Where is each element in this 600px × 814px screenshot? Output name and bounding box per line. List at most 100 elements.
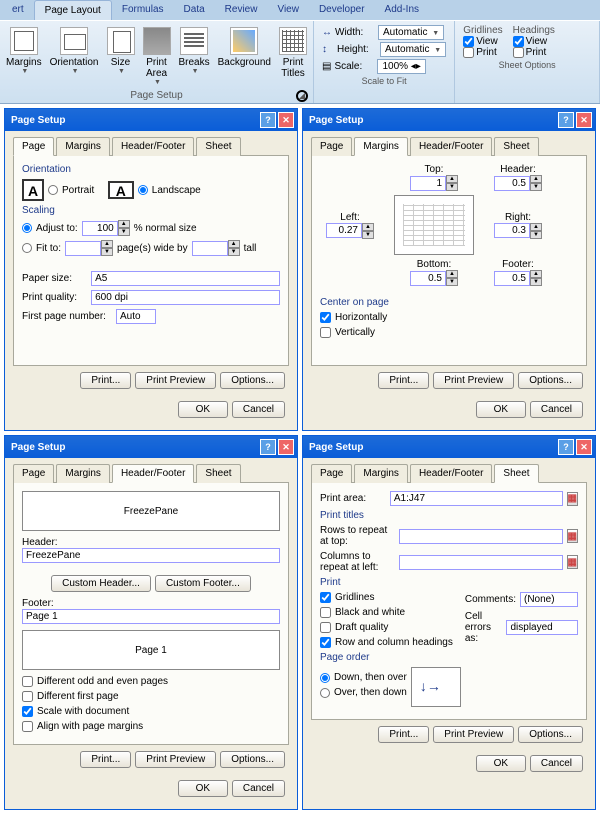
ref-selector-button[interactable]: ▦ (567, 555, 578, 569)
ok-button[interactable]: OK (476, 755, 526, 772)
tab-page[interactable]: Page (13, 464, 54, 483)
ok-button[interactable]: OK (178, 401, 228, 418)
margin-top-input[interactable]: 1 (410, 176, 446, 191)
header-dropdown[interactable]: FreezePane (22, 548, 280, 563)
landscape-radio[interactable] (138, 185, 148, 195)
custom-header-button[interactable]: Custom Header... (51, 575, 151, 592)
tab-page[interactable]: Page (311, 464, 352, 483)
dialog-launcher-icon[interactable]: ◢ (296, 90, 308, 102)
print-quality-dropdown[interactable]: 600 dpi (91, 290, 280, 305)
height-dropdown[interactable]: Automatic ▼ (380, 42, 446, 57)
tab-margins[interactable]: Margins (56, 464, 110, 483)
ref-selector-button[interactable]: ▦ (567, 529, 578, 543)
cancel-button[interactable]: Cancel (530, 401, 583, 418)
align-margins-checkbox[interactable] (22, 721, 33, 732)
draft-checkbox[interactable] (320, 622, 331, 633)
options-button[interactable]: Options... (220, 751, 285, 768)
close-button[interactable]: ✕ (576, 112, 592, 128)
paper-size-dropdown[interactable]: A5 (91, 271, 280, 286)
tab-header-footer[interactable]: Header/Footer (112, 464, 194, 483)
tab-margins[interactable]: Margins (354, 464, 408, 483)
footer-dropdown[interactable]: Page 1 (22, 609, 280, 624)
preview-button[interactable]: Print Preview (433, 726, 514, 743)
preview-button[interactable]: Print Preview (433, 372, 514, 389)
breaks-button[interactable]: Breaks▼ (177, 25, 212, 77)
cancel-button[interactable]: Cancel (530, 755, 583, 772)
tab-margins[interactable]: Margins (56, 137, 110, 156)
ribbon-tab[interactable]: Data (174, 0, 215, 20)
orientation-button[interactable]: Orientation▼ (48, 25, 101, 77)
portrait-radio[interactable] (48, 185, 58, 195)
ref-selector-button[interactable]: ▦ (567, 492, 578, 506)
margin-right-input[interactable]: 0.3 (494, 223, 530, 238)
ok-button[interactable]: OK (178, 780, 228, 797)
ribbon-tab[interactable]: View (267, 0, 309, 20)
first-page-input[interactable]: Auto (116, 309, 156, 324)
ok-button[interactable]: OK (476, 401, 526, 418)
margin-left-input[interactable]: 0.27 (326, 223, 362, 238)
ribbon-tab[interactable]: ert (2, 0, 34, 20)
over-down-radio[interactable] (320, 688, 330, 698)
preview-button[interactable]: Print Preview (135, 372, 216, 389)
tab-margins[interactable]: Margins (354, 137, 408, 156)
tab-header-footer[interactable]: Header/Footer (112, 137, 194, 156)
print-area-input[interactable]: A1:J47 (390, 491, 563, 506)
ribbon-tab[interactable]: Add-Ins (375, 0, 429, 20)
tab-header-footer[interactable]: Header/Footer (410, 137, 492, 156)
errors-dropdown[interactable]: displayed (506, 620, 578, 635)
options-button[interactable]: Options... (220, 372, 285, 389)
fit-radio[interactable] (22, 243, 32, 253)
help-button[interactable]: ? (260, 112, 276, 128)
diff-odd-even-checkbox[interactable] (22, 676, 33, 687)
rows-repeat-input[interactable] (399, 529, 563, 544)
margin-header-input[interactable]: 0.5 (494, 176, 530, 191)
print-button[interactable]: Print... (378, 372, 429, 389)
close-button[interactable]: ✕ (576, 439, 592, 455)
tab-sheet[interactable]: Sheet (196, 464, 240, 483)
ribbon-tab[interactable]: Formulas (112, 0, 174, 20)
print-titles-button[interactable]: Print Titles (277, 25, 309, 81)
width-dropdown[interactable]: Automatic ▼ (378, 25, 444, 40)
margin-bottom-input[interactable]: 0.5 (410, 271, 446, 286)
gridlines-checkbox[interactable] (320, 592, 331, 603)
print-button[interactable]: Print... (378, 726, 429, 743)
gridlines-view-checkbox[interactable] (463, 36, 474, 47)
center-vertical-checkbox[interactable] (320, 327, 331, 338)
tab-sheet[interactable]: Sheet (494, 137, 538, 156)
print-area-button[interactable]: Print Area▼ (141, 25, 173, 88)
options-button[interactable]: Options... (518, 726, 583, 743)
tab-sheet[interactable]: Sheet (196, 137, 240, 156)
scale-doc-checkbox[interactable] (22, 706, 33, 717)
scale-spinner[interactable]: 100% ◂▸ (377, 59, 425, 74)
print-button[interactable]: Print... (80, 372, 131, 389)
ribbon-tab[interactable]: Developer (309, 0, 375, 20)
bw-checkbox[interactable] (320, 607, 331, 618)
options-button[interactable]: Options... (518, 372, 583, 389)
adjust-radio[interactable] (22, 223, 32, 233)
row-col-headings-checkbox[interactable] (320, 637, 331, 648)
margins-button[interactable]: Margins▼ (4, 25, 44, 77)
comments-dropdown[interactable]: (None) (520, 592, 578, 607)
tab-sheet[interactable]: Sheet (494, 464, 538, 483)
close-button[interactable]: ✕ (278, 439, 294, 455)
center-horizontal-checkbox[interactable] (320, 312, 331, 323)
help-button[interactable]: ? (558, 439, 574, 455)
tab-page[interactable]: Page (311, 137, 352, 156)
gridlines-print-checkbox[interactable] (463, 47, 474, 58)
tab-page[interactable]: Page (13, 137, 54, 156)
margin-footer-input[interactable]: 0.5 (494, 271, 530, 286)
ribbon-tab[interactable]: Review (215, 0, 268, 20)
help-button[interactable]: ? (558, 112, 574, 128)
tab-header-footer[interactable]: Header/Footer (410, 464, 492, 483)
cancel-button[interactable]: Cancel (232, 401, 285, 418)
fit-tall-input[interactable] (192, 241, 228, 256)
close-button[interactable]: ✕ (278, 112, 294, 128)
help-button[interactable]: ? (260, 439, 276, 455)
ribbon-tab-page-layout[interactable]: Page Layout (34, 0, 112, 20)
size-button[interactable]: Size▼ (105, 25, 137, 77)
headings-view-checkbox[interactable] (513, 36, 524, 47)
preview-button[interactable]: Print Preview (135, 751, 216, 768)
cancel-button[interactable]: Cancel (232, 780, 285, 797)
headings-print-checkbox[interactable] (513, 47, 524, 58)
print-button[interactable]: Print... (80, 751, 131, 768)
